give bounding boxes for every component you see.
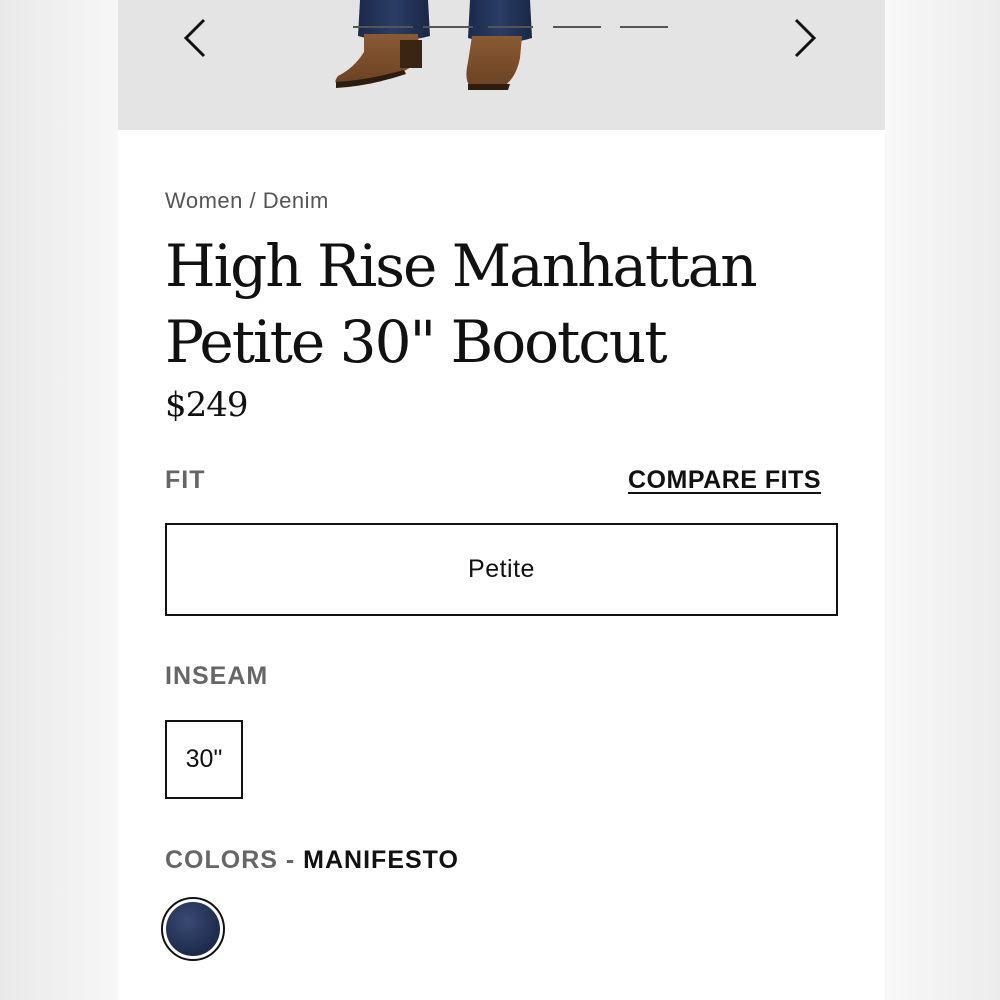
compare-fits-link[interactable]: COMPARE FITS [628, 466, 821, 495]
fit-option-petite[interactable]: Petite [165, 523, 838, 616]
fit-option-label: Petite [468, 555, 535, 583]
pagination-dot[interactable] [553, 26, 601, 28]
chevron-right-icon [794, 18, 817, 58]
page-background-right [885, 0, 1000, 1000]
product-title-line-2: Petite 30" Bootcut [165, 308, 667, 376]
colors-separator: - [277, 846, 304, 874]
product-image-gallery[interactable] [118, 0, 885, 130]
pagination-dot[interactable] [353, 26, 413, 28]
gallery-prev-button[interactable] [172, 12, 220, 64]
pagination-dot[interactable] [620, 26, 668, 28]
pagination-dot[interactable] [423, 26, 473, 28]
selected-color-name: MANIFESTO [303, 846, 459, 874]
gallery-pagination [353, 26, 673, 30]
inseam-label: INSEAM [165, 662, 269, 690]
inseam-option-label: 30" [185, 745, 223, 773]
product-price: $249 [165, 385, 249, 425]
product-photo [335, 0, 532, 90]
chevron-left-icon [183, 18, 206, 58]
colors-heading: COLORS - MANIFESTO [165, 846, 459, 875]
color-swatch-fill [166, 902, 220, 956]
fit-label: FIT [165, 466, 206, 494]
product-detail-panel: Women / Denim High Rise Manhattan Petite… [118, 0, 885, 1000]
colors-label: COLORS [165, 846, 278, 874]
breadcrumb[interactable]: Women / Denim [165, 188, 329, 214]
color-swatch-manifesto[interactable] [161, 897, 225, 961]
product-title-line-1: High Rise Manhattan [165, 232, 758, 300]
gallery-next-button[interactable] [780, 12, 828, 64]
product-title: High Rise Manhattan Petite 30" Bootcut [165, 228, 825, 380]
pagination-dot[interactable] [488, 26, 533, 28]
inseam-option-30[interactable]: 30" [165, 720, 243, 799]
page-background-left [0, 0, 118, 1000]
